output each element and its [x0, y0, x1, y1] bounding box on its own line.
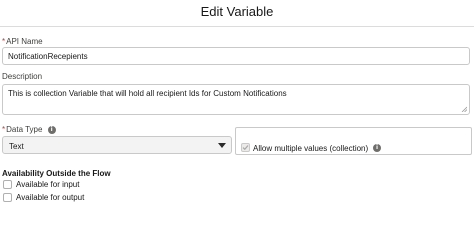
modal-title: Edit Variable — [200, 4, 274, 19]
available-for-input-checkbox[interactable] — [3, 180, 12, 189]
available-for-input-label: Available for input — [16, 180, 80, 189]
available-for-output-label: Available for output — [16, 193, 85, 202]
checkmark-icon — [242, 145, 249, 151]
required-marker: * — [2, 37, 6, 46]
resize-grip-icon[interactable] — [461, 106, 467, 112]
required-marker: * — [2, 125, 6, 134]
description-textarea[interactable]: This is collection Variable that will ho… — [2, 84, 470, 115]
description-value: This is collection Variable that will ho… — [8, 89, 287, 98]
availability-title: Availability Outside the Flow — [2, 169, 111, 178]
data-type-label-text: Data Type — [6, 125, 43, 134]
available-for-output-checkbox[interactable] — [3, 193, 12, 202]
info-icon[interactable]: i — [373, 144, 381, 152]
data-type-select[interactable]: Text — [2, 136, 232, 154]
chevron-down-icon — [218, 143, 226, 148]
allow-multiple-values-checkbox[interactable] — [241, 143, 250, 152]
api-name-label-text: API Name — [6, 37, 43, 46]
info-icon[interactable]: i — [47, 125, 56, 134]
description-label: Description — [2, 72, 43, 81]
api-name-value: NotificationRecepients — [8, 52, 88, 61]
modal-header: Edit Variable — [0, 0, 474, 27]
data-type-value: Text — [9, 142, 24, 151]
api-name-input[interactable]: NotificationRecepients — [2, 47, 470, 65]
collection-container: Allow multiple values (collection) i — [235, 127, 472, 155]
allow-multiple-values-label: Allow multiple values (collection) — [253, 144, 369, 153]
data-type-label: *Data Type i — [2, 125, 56, 134]
api-name-label: *API Name — [2, 37, 43, 46]
